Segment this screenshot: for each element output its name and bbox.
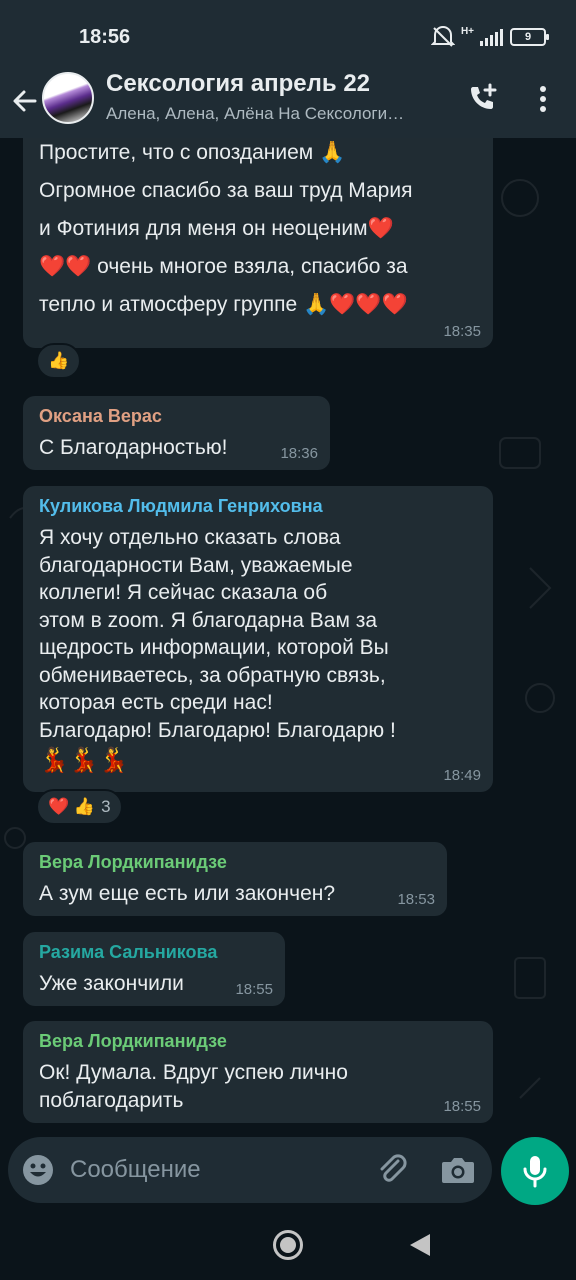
network-type: H+ xyxy=(460,26,474,37)
sender-name[interactable]: Разима Сальникова xyxy=(39,940,269,964)
message-line: Огромное спасибо за ваш труд Мария xyxy=(39,179,413,202)
message-text: Я хочу отдельно сказать слова благодарно… xyxy=(39,524,477,778)
emoji-icon[interactable] xyxy=(22,1154,54,1186)
message-line: этом в zoom. Я благодарна Вам за xyxy=(39,608,378,632)
status-bar: 18:56 H+ 9 xyxy=(0,0,576,64)
back-arrow-icon xyxy=(13,90,37,112)
add-call-button[interactable] xyxy=(464,80,502,118)
message-text: С Благодарностью! xyxy=(39,434,314,462)
reaction-badge[interactable]: 👍 xyxy=(36,343,82,379)
message-line: коллеги! Я сейчас сказала об xyxy=(39,581,328,604)
message-line: и Фотиния для меня он неоценим❤️ xyxy=(39,217,394,240)
battery-icon: 9 xyxy=(510,28,549,46)
reaction-emojis: ❤️ 👍 xyxy=(48,797,96,816)
camera-icon[interactable] xyxy=(440,1153,476,1187)
message-bubble[interactable]: Оксана Верас С Благодарностью! 18:36 xyxy=(23,396,330,470)
system-nav-bar xyxy=(0,1212,576,1280)
message-line: 💃💃💃 xyxy=(39,747,129,774)
more-vert-icon xyxy=(540,86,546,112)
signal-icon xyxy=(480,29,503,46)
mute-icon xyxy=(430,26,455,47)
message-time: 18:35 xyxy=(443,323,481,340)
message-bubble[interactable]: Вера Лордкипанидзе А зум еще есть или за… xyxy=(23,842,447,916)
add-call-icon xyxy=(471,83,497,109)
message-text: Простите, что с опозданием 🙏 Огромное сп… xyxy=(39,138,477,324)
message-bubble[interactable]: Вера Лордкипанидзе Ок! Думала. Вдруг усп… xyxy=(23,1021,493,1123)
back-button[interactable] xyxy=(8,84,42,118)
message-composer xyxy=(8,1137,492,1203)
message-input[interactable] xyxy=(70,1149,360,1191)
nav-home-dot xyxy=(280,1237,296,1253)
status-icons: H+ 9 xyxy=(430,26,549,48)
sender-name[interactable]: Оксана Верас xyxy=(39,404,314,428)
message-line: поблагодарить xyxy=(39,1088,184,1112)
message-time: 18:53 xyxy=(397,891,435,908)
reaction-badge[interactable]: ❤️ 👍 3 xyxy=(36,789,123,825)
chat-header: Сексология апрель 22 Алена, Алена, Алёна… xyxy=(0,64,576,138)
chat-area[interactable]: Простите, что с опозданием 🙏 Огромное сп… xyxy=(0,138,576,1138)
message-time: 18:55 xyxy=(443,1098,481,1115)
message-line: С Благодарностью! xyxy=(39,436,228,459)
message-line: Простите, что с опозданием 🙏 xyxy=(39,141,346,164)
message-line: щедрость информации, которой Вы xyxy=(39,636,389,659)
reaction-emojis: 👍 xyxy=(48,351,70,370)
message-text: Ок! Думала. Вдруг успею лично поблагодар… xyxy=(39,1059,477,1114)
chat-subtitle[interactable]: Алена, Алена, Алёна На Сексологи… xyxy=(106,104,436,124)
nav-back-icon[interactable] xyxy=(408,1232,432,1258)
message-line: которая есть среди нас! xyxy=(39,691,273,714)
mic-icon xyxy=(523,1156,547,1188)
sender-name[interactable]: Вера Лордкипанидзе xyxy=(39,850,431,874)
message-text: А зум еще есть или закончен? xyxy=(39,880,431,908)
message-time: 18:49 xyxy=(443,767,481,784)
group-avatar[interactable] xyxy=(42,72,94,124)
message-line: А зум еще есть или закончен? xyxy=(39,882,336,905)
message-line: ❤️❤️ очень многое взяла, спасибо за xyxy=(39,255,408,278)
voice-message-button[interactable] xyxy=(501,1137,569,1205)
message-line: Я хочу отдельно сказать слова xyxy=(39,526,341,549)
sender-name[interactable]: Вера Лордкипанидзе xyxy=(39,1029,477,1053)
battery-level: 9 xyxy=(524,31,532,43)
message-time: 18:36 xyxy=(280,445,318,462)
nav-home-icon[interactable] xyxy=(273,1230,303,1260)
message-time: 18:55 xyxy=(235,981,273,998)
chat-title[interactable]: Сексология апрель 22 xyxy=(106,70,370,98)
message-line: Ок! Думала. Вдруг успею лично xyxy=(39,1061,348,1084)
more-options-button[interactable] xyxy=(528,80,558,118)
message-line: обмениваетесь, за обратную связь, xyxy=(39,663,386,687)
status-time: 18:56 xyxy=(79,26,131,48)
message-line: благодарности Вам, уважаемые xyxy=(39,553,353,577)
message-bubble[interactable]: Простите, что с опозданием 🙏 Огромное сп… xyxy=(23,138,493,348)
reaction-count: 3 xyxy=(101,797,111,816)
message-bubble[interactable]: Разима Сальникова Уже закончили 18:55 xyxy=(23,932,285,1006)
message-bubble[interactable]: Куликова Людмила Генриховна Я хочу отдел… xyxy=(23,486,493,792)
message-line: тепло и атмосферу группе 🙏❤️❤️❤️ xyxy=(39,293,408,316)
message-line: Благодарю! Благодарю! Благодарю ! xyxy=(39,718,396,742)
sender-name[interactable]: Куликова Людмила Генриховна xyxy=(39,494,477,518)
attach-icon[interactable] xyxy=(376,1153,410,1187)
